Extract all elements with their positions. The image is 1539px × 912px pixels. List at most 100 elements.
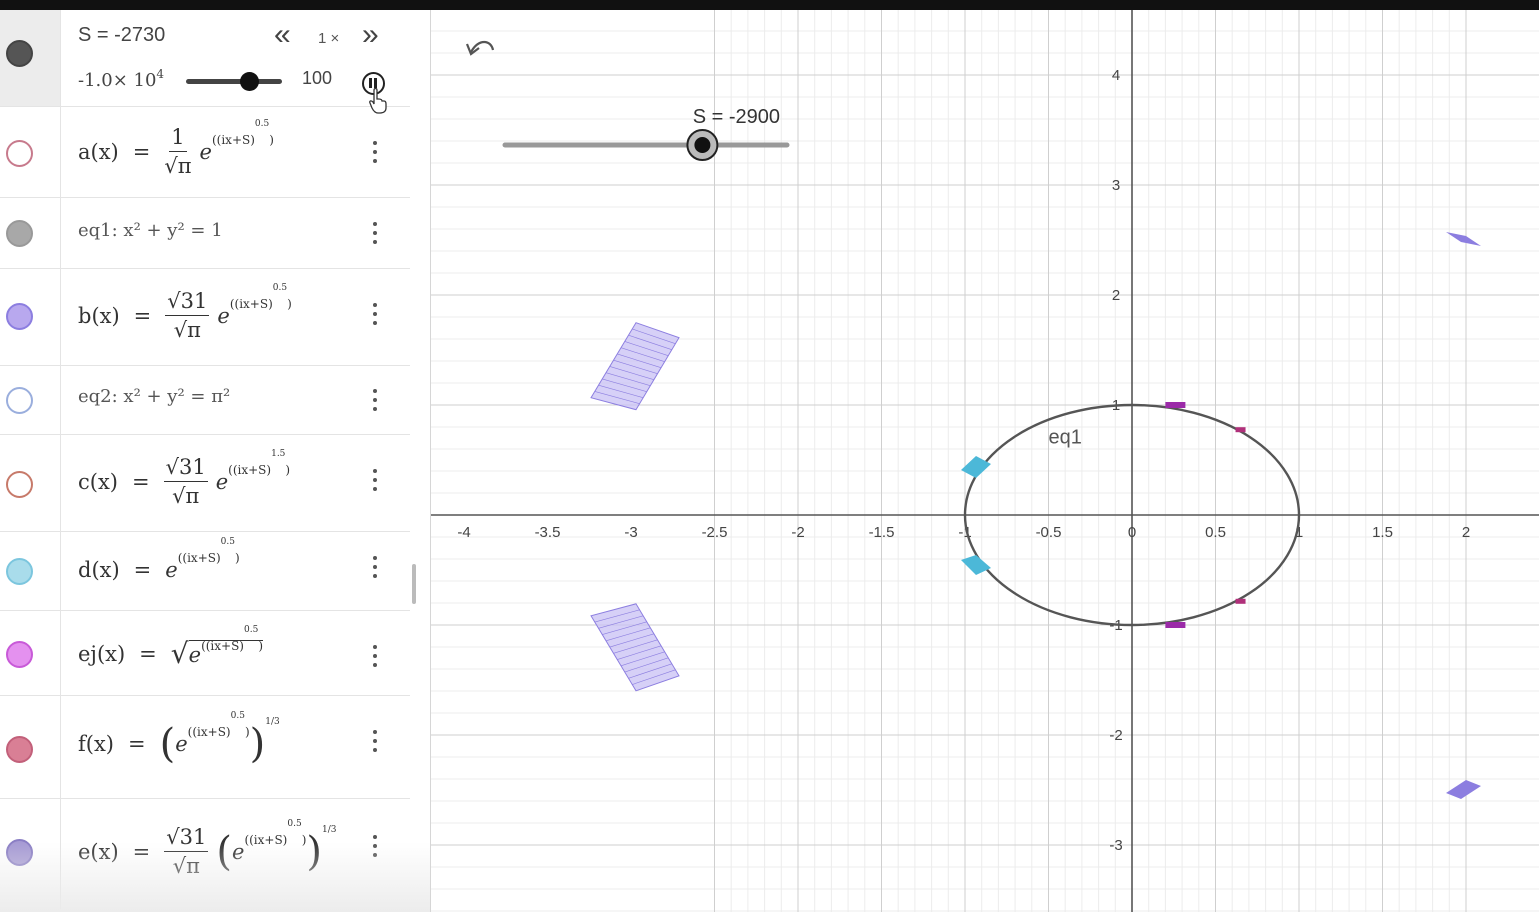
exponent-body: ((ix+S)	[211, 132, 255, 147]
undo-button[interactable]	[465, 40, 495, 56]
expression-a[interactable]: a(x) = 1 √π e ((ix+S)0.5)	[78, 119, 274, 179]
x-tick-label: 0	[1128, 524, 1136, 541]
equals-sign: =	[133, 303, 152, 328]
function-name: d(x)	[78, 558, 120, 582]
expression-d[interactable]: d(x) = e ((ix+S)0.5)	[78, 537, 240, 582]
exp-base: e	[199, 139, 212, 164]
row-menu-button[interactable]	[366, 643, 384, 669]
slider-track[interactable]	[186, 79, 282, 84]
coordinate-plane[interactable]: -4 -3.5 -3 -2.5 -2 -1.5 -1 -0.5 0 0.5 1 1.5 24321-1-…	[431, 10, 1539, 912]
visibility-toggle-eq2[interactable]	[6, 387, 33, 414]
exponent: ((ix+S)0.5)	[201, 625, 264, 653]
x-tick-label: -3	[624, 524, 637, 541]
equals-sign: =	[132, 839, 151, 864]
visibility-toggle-f[interactable]	[6, 736, 33, 763]
magenta-point-bottom	[1165, 622, 1186, 628]
slider-handle[interactable]	[240, 72, 259, 91]
animation-speed-label[interactable]: 1 ×	[318, 30, 339, 47]
visibility-toggle-b[interactable]	[6, 303, 33, 330]
magenta-point-right-bottom	[1235, 598, 1246, 604]
numerator: √31	[163, 455, 208, 482]
visibility-toggle-e[interactable]	[6, 839, 33, 866]
x-tick-label: 1.5	[1372, 524, 1393, 541]
exp-base: e	[188, 643, 202, 667]
algebra-row-eq1[interactable]: eq1: x² + y² = 1	[0, 198, 410, 269]
exp-base: e	[217, 303, 230, 328]
exponent-body: ((ix+S)	[187, 725, 231, 739]
slider-min-label: -1.0× 104	[78, 67, 165, 91]
algebra-row-c[interactable]: c(x) = √31 √π e ((ix+S)1.5)	[0, 435, 410, 532]
fraction: √31 √π	[165, 289, 210, 342]
algebra-row-a[interactable]: a(x) = 1 √π e ((ix+S)0.5)	[0, 107, 410, 198]
row-menu-button[interactable]	[366, 139, 384, 165]
expression-f[interactable]: f(x) = (e ((ix+S)0.5)) 1/3	[78, 711, 280, 767]
function-name: f(x)	[78, 732, 115, 756]
exponent-power: 0.5	[287, 818, 302, 829]
visibility-toggle-ej[interactable]	[6, 641, 33, 668]
radicand: e((ix+S)0.5)	[188, 625, 264, 667]
row-menu-button[interactable]	[366, 467, 384, 493]
expression-eq1[interactable]: eq1: x² + y² = 1	[78, 220, 223, 241]
slider-min-exponent: 4	[156, 67, 165, 81]
pause-icon	[369, 78, 372, 88]
algebra-scrollbar[interactable]	[412, 564, 416, 604]
algebra-row-e[interactable]: e(x) = √31 √π (e ((ix+S)0.5)) 1/3	[0, 799, 410, 909]
fraction: √31 √π	[164, 825, 209, 878]
exponent-power: 0.5	[244, 625, 259, 635]
y-tick-label: -2	[1109, 727, 1122, 744]
slower-animation-button[interactable]: «	[274, 20, 291, 50]
exp-base: e	[165, 558, 178, 582]
visibility-toggle-S[interactable]	[6, 40, 33, 67]
expression-ej[interactable]: ej(x) = √ e((ix+S)0.5)	[78, 625, 264, 670]
exp-base: e	[215, 469, 229, 494]
outer-exponent: 1/3	[265, 717, 280, 727]
exponent: ((ix+S)0.5)	[244, 818, 307, 847]
row-menu-button[interactable]	[366, 554, 384, 580]
expression-eq2[interactable]: eq2: x² + y² = π²	[78, 386, 230, 407]
slider-value-text: S = -2730	[78, 24, 166, 46]
row-menu-button[interactable]	[366, 387, 384, 413]
fraction: 1 √π	[164, 125, 191, 178]
outer-exponent: 1/3	[322, 824, 337, 835]
y-tick-label: 2	[1112, 287, 1120, 304]
row-menu-button[interactable]	[366, 220, 384, 246]
visibility-toggle-d[interactable]	[6, 558, 33, 585]
expression-e[interactable]: e(x) = √31 √π (e ((ix+S)0.5)) 1/3	[78, 818, 337, 879]
function-name: b(x)	[78, 303, 120, 328]
x-tick-label: -0.5	[1036, 524, 1062, 541]
numerator: √31	[165, 289, 210, 316]
faster-animation-button[interactable]: »	[362, 20, 379, 50]
graphics-view[interactable]: -4 -3.5 -3 -2.5 -2 -1.5 -1 -0.5 0 0.5 1 1.5 2 4 3 2 1 -1-…	[431, 10, 1539, 912]
exponent-body: ((ix+S)	[201, 639, 244, 653]
pause-icon-bar-2	[374, 78, 377, 88]
function-name: a(x)	[78, 139, 119, 164]
algebra-row-d[interactable]: d(x) = e ((ix+S)0.5)	[0, 532, 416, 611]
algebra-row-ej[interactable]: ej(x) = √ e((ix+S)0.5)	[0, 611, 410, 696]
exponent-body: ((ix+S)	[229, 296, 273, 311]
paren-open: (	[216, 828, 232, 875]
paren-open: (	[159, 721, 176, 767]
row-menu-button[interactable]	[366, 301, 384, 327]
visibility-toggle-eq1[interactable]	[6, 220, 33, 247]
row-menu-button[interactable]	[366, 833, 384, 859]
x-tick-label: -2.5	[702, 524, 728, 541]
visibility-toggle-c[interactable]	[6, 471, 33, 498]
exp-base: e	[175, 732, 188, 756]
visibility-toggle-a[interactable]	[6, 140, 33, 167]
numerator: √31	[164, 825, 209, 852]
row-menu-button[interactable]	[366, 728, 384, 754]
algebra-row-f[interactable]: f(x) = (e ((ix+S)0.5)) 1/3	[0, 696, 410, 799]
equals-sign: =	[132, 139, 151, 164]
fraction: √31 √π	[163, 455, 208, 508]
x-tick-label: 0.5	[1205, 524, 1226, 541]
algebra-row-eq2[interactable]: eq2: x² + y² = π²	[0, 366, 410, 435]
y-tick-label: 3	[1112, 177, 1120, 194]
algebra-row-b[interactable]: b(x) = √31 √π e ((ix+S)0.5)	[0, 269, 410, 366]
expression-b[interactable]: b(x) = √31 √π e ((ix+S)0.5)	[78, 283, 292, 343]
exponent-power: 0.5	[254, 118, 270, 129]
expression-c[interactable]: c(x) = √31 √π e ((ix+S)1.5)	[78, 449, 290, 509]
x-tick-label: 2	[1462, 524, 1470, 541]
magenta-point-right-top	[1235, 427, 1246, 433]
eq1-label: eq1	[1049, 427, 1082, 449]
x-tick-label: -1.5	[869, 524, 895, 541]
